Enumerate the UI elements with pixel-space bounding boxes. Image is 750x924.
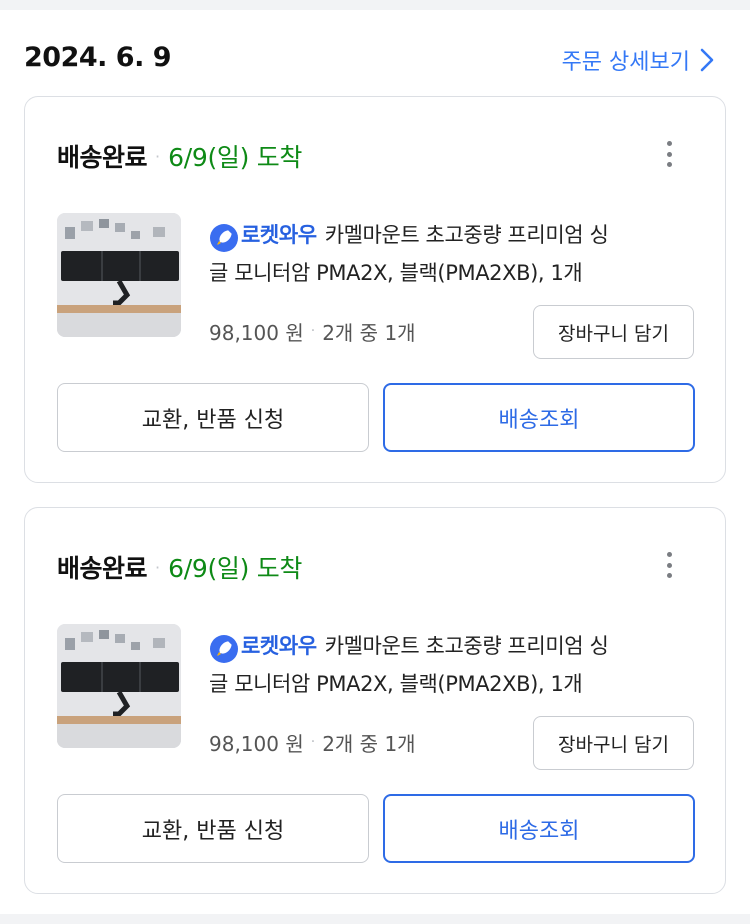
delivery-status-row: 배송완료 · 6/9(일) 도착 (57, 550, 302, 584)
rocket-wow-badge: 로켓와우 (209, 216, 317, 254)
product-title-line1: 카멜마운트 초고중량 프리미엄 싱 (324, 634, 609, 658)
order-detail-link[interactable]: 주문 상세보기 (562, 44, 714, 76)
rocket-wow-label: 로켓와우 (241, 223, 317, 247)
order-item-card: 배송완료 · 6/9(일) 도착 로켓와우 카멜마운트 초고중량 프리미엄 싱 … (24, 96, 726, 483)
order-header: 2024. 6. 9 주문 상세보기 (24, 38, 724, 82)
rocket-icon (210, 634, 238, 663)
delivery-status: 배송완료 (57, 143, 148, 172)
order-list: 2024. 6. 9 주문 상세보기 배송완료 · 6/9(일) 도착 로켓와우… (0, 10, 750, 914)
rocket-wow-badge: 로켓와우 (209, 627, 317, 665)
product-thumbnail[interactable] (57, 213, 181, 337)
more-vertical-icon[interactable] (657, 137, 681, 171)
exchange-return-button[interactable]: 교환, 반품 신청 (57, 794, 369, 863)
product-title-line1: 카멜마운트 초고중량 프리미엄 싱 (324, 223, 609, 247)
product-title[interactable]: 로켓와우 카멜마운트 초고중량 프리미엄 싱 글 모니터암 PMA2X, 블랙(… (209, 216, 695, 292)
product-price: 98,100 원 (209, 731, 304, 756)
price-separator: · (310, 323, 316, 339)
status-separator: · (155, 557, 161, 577)
price-row: 98,100 원 · 2개 중 1개 (209, 315, 416, 347)
order-detail-label: 주문 상세보기 (561, 50, 690, 75)
more-vertical-icon[interactable] (657, 548, 681, 582)
add-to-cart-button[interactable]: 장바구니 담기 (533, 716, 694, 770)
product-title-line2: 글 모니터암 PMA2X, 블랙(PMA2XB), 1개 (209, 672, 583, 696)
product-title-line2: 글 모니터암 PMA2X, 블랙(PMA2XB), 1개 (209, 261, 583, 285)
delivery-status: 배송완료 (57, 554, 148, 583)
arrival-date: 6/9(일) 도착 (168, 143, 303, 172)
chevron-right-icon (700, 48, 714, 72)
add-to-cart-button[interactable]: 장바구니 담기 (533, 305, 694, 359)
rocket-wow-label: 로켓와우 (241, 634, 317, 658)
product-title[interactable]: 로켓와우 카멜마운트 초고중량 프리미엄 싱 글 모니터암 PMA2X, 블랙(… (209, 627, 695, 703)
track-delivery-button[interactable]: 배송조회 (383, 794, 695, 863)
exchange-return-button[interactable]: 교환, 반품 신청 (57, 383, 369, 452)
price-separator: · (310, 734, 316, 750)
rocket-icon (210, 223, 238, 252)
product-thumbnail[interactable] (57, 624, 181, 748)
track-delivery-button[interactable]: 배송조회 (383, 383, 695, 452)
arrival-date: 6/9(일) 도착 (168, 554, 303, 583)
order-date: 2024. 6. 9 (24, 42, 172, 73)
quantity-info: 2개 중 1개 (322, 320, 416, 345)
delivery-status-row: 배송완료 · 6/9(일) 도착 (57, 139, 302, 173)
order-item-card: 배송완료 · 6/9(일) 도착 로켓와우 카멜마운트 초고중량 프리미엄 싱 … (24, 507, 726, 894)
quantity-info: 2개 중 1개 (322, 731, 416, 756)
status-separator: · (155, 146, 161, 166)
product-price: 98,100 원 (209, 320, 304, 345)
price-row: 98,100 원 · 2개 중 1개 (209, 726, 416, 758)
